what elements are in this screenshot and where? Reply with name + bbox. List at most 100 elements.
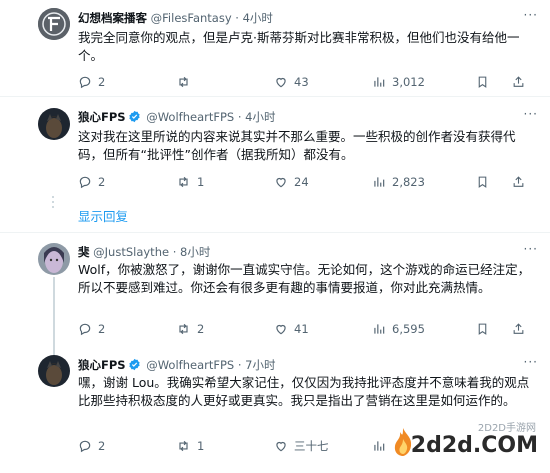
like-button[interactable]: 三十七 — [274, 437, 329, 455]
reply-button[interactable]: 2 — [78, 320, 105, 338]
author-handle[interactable]: @JustSlaythe — [93, 245, 169, 259]
like-button[interactable]: 43 — [274, 73, 309, 91]
verified-badge-icon — [128, 110, 140, 123]
views-button[interactable]: 3,012 — [372, 73, 425, 91]
retweet-count: 2 — [197, 322, 205, 336]
retweet-icon — [179, 76, 188, 88]
action-bar: 2 2 41 6,595 — [78, 320, 540, 338]
post-header: 狼心FPS @WolfheartFPS · 7小时 — [78, 357, 276, 373]
avatar[interactable] — [38, 355, 70, 387]
reply-count: 2 — [98, 439, 106, 453]
heart-icon — [276, 177, 286, 188]
more-options-button[interactable]: ··· — [524, 8, 538, 22]
avatar[interactable] — [38, 243, 70, 275]
share-icon — [513, 76, 524, 87]
post-time[interactable]: · 4小时 — [238, 110, 276, 124]
post-time[interactable]: · 7小时 — [238, 358, 276, 372]
retweet-icon — [179, 323, 188, 335]
bookmark-icon — [478, 176, 487, 188]
post-text: 这对我在这里所说的内容来说其实并不那么重要。一些积极的创作者没有获得代码，但所有… — [78, 129, 516, 162]
reply-icon — [79, 176, 91, 189]
like-count: 43 — [294, 75, 309, 89]
retweet-icon — [179, 176, 188, 188]
reply-icon — [79, 76, 91, 89]
views-icon — [374, 77, 385, 87]
bookmark-button[interactable] — [476, 173, 489, 191]
bookmark-icon — [478, 76, 487, 88]
post-text: 我完全同意你的观点，但是卢克·斯蒂芬斯对比赛非常积极，但他们也没有给他一个。 — [78, 30, 520, 63]
more-options-button[interactable]: ··· — [524, 355, 538, 369]
views-icon — [374, 177, 385, 187]
heart-icon — [276, 77, 286, 88]
site-watermark: 2D2D手游网 2d2d.COM — [392, 419, 542, 469]
views-icon — [374, 324, 385, 334]
retweet-count: 1 — [197, 175, 205, 189]
author-handle[interactable]: @WolfheartFPS — [146, 358, 234, 372]
retweet-icon — [179, 440, 188, 452]
author-name[interactable]: 狼心FPS — [78, 358, 126, 372]
share-button[interactable] — [512, 73, 525, 91]
author-name[interactable]: 猆 — [78, 245, 90, 259]
retweet-count: 1 — [197, 439, 205, 453]
more-options-button[interactable]: ··· — [524, 107, 538, 121]
author-handle[interactable]: @FilesFantasy — [151, 11, 232, 25]
like-count: 24 — [294, 175, 309, 189]
thread-dots — [50, 196, 54, 211]
share-icon — [513, 323, 524, 334]
reply-button[interactable]: 2 — [78, 73, 105, 91]
author-name[interactable]: 幻想档案播客 — [78, 11, 147, 25]
post-header: 狼心FPS @WolfheartFPS · 4小时 — [78, 109, 276, 125]
reply-post-2[interactable]: 狼心FPS @WolfheartFPS · 4小时 ··· 这对我在这里所说的内… — [0, 97, 550, 232]
retweet-button[interactable]: 1 — [176, 437, 204, 455]
post-header: 猆 @JustSlaythe · 8小时 — [78, 244, 210, 260]
reply-button[interactable]: 2 — [78, 437, 105, 455]
action-bar: 2 43 3,012 — [78, 73, 540, 91]
like-count: 41 — [294, 322, 309, 336]
view-count: 2,823 — [392, 175, 425, 189]
share-icon — [513, 176, 524, 187]
views-icon — [374, 441, 385, 451]
avatar[interactable] — [38, 108, 70, 140]
thread-line — [53, 277, 55, 357]
author-handle[interactable]: @WolfheartFPS — [146, 110, 234, 124]
retweet-button[interactable] — [176, 73, 197, 91]
verified-badge-icon — [128, 358, 140, 371]
share-button[interactable] — [512, 320, 525, 338]
view-count: 6,595 — [392, 322, 425, 336]
reply-post-1[interactable]: 幻想档案播客 @FilesFantasy · 4小时 ··· 我完全同意你的观点… — [0, 0, 550, 96]
reply-button[interactable]: 2 — [78, 173, 105, 191]
bookmark-button[interactable] — [476, 320, 489, 338]
retweet-button[interactable]: 2 — [176, 320, 204, 338]
post-text: Wolf，你被激怒了，谢谢你一直诚实守信。无论如何，这个游戏的命运已经注定，所以… — [78, 262, 531, 295]
like-button[interactable]: 41 — [274, 320, 309, 338]
views-button[interactable] — [372, 437, 386, 455]
reply-icon — [79, 323, 91, 336]
watermark-big-text: 2d2d.COM — [410, 433, 538, 458]
bookmark-button[interactable] — [476, 73, 489, 91]
reply-count: 2 — [98, 75, 106, 89]
like-button[interactable]: 24 — [274, 173, 309, 191]
heart-icon — [276, 324, 286, 335]
reply-icon — [79, 440, 91, 453]
bookmark-icon — [478, 323, 487, 335]
view-count: 3,012 — [392, 75, 425, 89]
reply-count: 2 — [98, 175, 106, 189]
post-text: 嘿，谢谢 Lou。我确实希望大家记住，仅仅因为我持批评态度并不意味着我的观点比那… — [78, 375, 530, 408]
more-options-button[interactable]: ··· — [524, 242, 538, 256]
like-count: 三十七 — [294, 439, 329, 453]
avatar[interactable] — [38, 8, 70, 40]
heart-icon — [276, 441, 286, 452]
action-bar: 2 1 24 2,823 — [78, 173, 540, 191]
watermark-small-text: 2D2D手游网 — [477, 423, 536, 434]
post-time[interactable]: · 8小时 — [173, 245, 211, 259]
post-time[interactable]: · 4小时 — [235, 11, 273, 25]
reply-count: 2 — [98, 322, 106, 336]
author-name[interactable]: 狼心FPS — [78, 110, 126, 124]
share-button[interactable] — [512, 173, 525, 191]
show-replies-link[interactable]: 显示回复 — [78, 206, 128, 225]
views-button[interactable]: 6,595 — [372, 320, 425, 338]
post-header: 幻想档案播客 @FilesFantasy · 4小时 — [78, 10, 273, 26]
views-button[interactable]: 2,823 — [372, 173, 425, 191]
reply-post-3[interactable]: 猆 @JustSlaythe · 8小时 ··· Wolf，你被激怒了，谢谢你一… — [0, 233, 550, 357]
retweet-button[interactable]: 1 — [176, 173, 204, 191]
